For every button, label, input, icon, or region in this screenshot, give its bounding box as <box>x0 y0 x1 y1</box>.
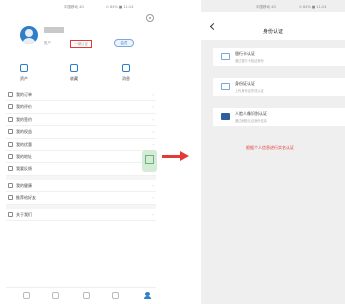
message-icon <box>122 64 130 72</box>
floating-service-button[interactable] <box>142 150 157 172</box>
id-card-icon <box>221 83 230 90</box>
menu-item-label: 我的评价 <box>16 104 32 110</box>
page-title: 身份认证 <box>262 29 283 35</box>
status-bar: 中国移动 4G ⊙ 84% ■ 11:24 <box>201 2 345 12</box>
review-icon <box>8 104 13 110</box>
option-title: 身份证认证 <box>235 81 255 86</box>
menu-item[interactable]: 推荐给好友 › <box>6 192 156 205</box>
avatar[interactable] <box>20 26 38 44</box>
chevron-right-icon: › <box>152 195 154 201</box>
chevron-right-icon: › <box>152 182 154 188</box>
menu-item-label: 我的地址 <box>16 153 32 159</box>
option-subtitle: 通过刷脸认证身份信息 <box>235 119 267 123</box>
status-bar: 中国移动 4G ⊙ 84% ■ 11:24 <box>6 2 156 12</box>
menu-item-label: 我的优惠 <box>16 141 32 147</box>
chevron-right-icon: › <box>152 129 154 135</box>
menu-item-label: 关于我们 <box>16 211 32 217</box>
menu-item[interactable]: 我的评价 › <box>6 101 156 114</box>
face-scan-icon <box>221 113 230 120</box>
username-redacted <box>44 27 64 33</box>
battery-text: ⊙ 84% ■ 11:24 <box>299 5 327 9</box>
option-title: 银行卡认证 <box>235 51 255 56</box>
contract-icon <box>8 116 13 122</box>
signal-text: 中国移动 4G <box>256 5 277 9</box>
verification-screen: 中国移动 4G ⊙ 84% ■ 11:24 身份认证 银行卡认证 通过银行卡验证… <box>201 0 345 304</box>
chevron-right-icon: › <box>152 92 154 97</box>
bank-card-icon <box>221 53 230 60</box>
tutorial-canvas: 中国移动 4G ⊙ 84% ■ 11:24 账户 一键认证 会员 资产 收藏 消… <box>0 0 345 304</box>
menu-item-label: 我要反馈 <box>16 166 32 172</box>
menu-item[interactable]: 我的健康 › <box>6 180 156 193</box>
coupon-icon <box>8 141 13 147</box>
wallet-icon <box>20 64 28 72</box>
location-icon <box>8 153 13 159</box>
heart-icon[interactable] <box>52 292 59 299</box>
service-icon[interactable] <box>83 292 90 299</box>
chevron-right-icon: › <box>152 116 154 122</box>
option-title: 人脸人像识别认证 <box>235 111 267 116</box>
menu-item-label: 我的订单 <box>16 92 32 97</box>
quick-action-label: 消息 <box>122 76 130 81</box>
mail-icon[interactable] <box>112 292 119 299</box>
service-icon <box>145 155 154 164</box>
star-icon <box>70 64 78 72</box>
face-verification-option[interactable]: 人脸人像识别认证 通过刷脸认证身份信息 <box>213 108 345 126</box>
quick-action-messages[interactable]: 消息 <box>111 62 141 90</box>
bank-card-verification-option[interactable]: 银行卡认证 通过银行卡验证身份 <box>213 48 345 66</box>
quick-action-favorites[interactable]: 收藏 <box>59 62 89 90</box>
health-icon <box>8 182 13 188</box>
settings-icon[interactable] <box>146 14 154 22</box>
quick-action-assets[interactable]: 资产 <box>9 62 39 90</box>
signal-text: 中国移动 4G <box>64 5 85 9</box>
menu-item[interactable]: 关于我们 › <box>6 209 156 221</box>
menu-item[interactable]: 我的订单 › <box>6 89 156 102</box>
rights-icon <box>8 129 13 135</box>
member-badge[interactable]: 会员 <box>114 39 134 47</box>
order-icon <box>8 92 13 97</box>
quick-action-label: 资产 <box>20 76 28 81</box>
profile-sub-label: 账户 <box>44 41 51 45</box>
feedback-icon <box>8 166 13 172</box>
menu-item[interactable]: 我的地址› <box>6 151 156 164</box>
battery-text: ⊙ 84% ■ 11:24 <box>106 5 134 9</box>
option-subtitle: 上传身份证完成认证 <box>235 89 264 93</box>
verify-identity-button[interactable]: 一键认证 <box>70 40 92 48</box>
menu-item[interactable]: 我的权益 › <box>6 126 156 139</box>
menu-item[interactable]: 我的签约 › <box>6 114 156 127</box>
menu-item-label: 我的签约 <box>16 116 32 122</box>
menu-item[interactable]: 我的优惠 › <box>6 139 156 151</box>
arrow-right-icon <box>180 151 189 161</box>
info-icon <box>8 211 13 217</box>
profile-menu: 我的订单› 我的评价› 我的签约› 我的权益› 我的优惠› 我的地址› 我要反馈… <box>6 89 156 221</box>
chevron-right-icon: › <box>152 141 154 147</box>
instruction-annotation: 根据个人信息进行实名认证 <box>246 145 294 150</box>
arrow-line <box>162 155 182 158</box>
quick-actions: 资产 收藏 消息 <box>6 62 156 92</box>
home-icon[interactable] <box>23 292 30 299</box>
chevron-right-icon: › <box>152 104 154 110</box>
share-icon <box>8 195 13 201</box>
quick-action-label: 收藏 <box>70 76 78 81</box>
menu-item-label: 推荐给好友 <box>16 195 36 201</box>
menu-item[interactable]: 我要反馈› <box>6 163 156 176</box>
option-subtitle: 通过银行卡验证身份 <box>235 59 264 63</box>
menu-item-label: 我的健康 <box>16 182 32 188</box>
nav-bar: 身份认证 <box>201 12 345 40</box>
bottom-tab-bar <box>6 287 156 304</box>
profile-screen: 中国移动 4G ⊙ 84% ■ 11:24 账户 一键认证 会员 资产 收藏 消… <box>6 0 157 304</box>
menu-item-label: 我的权益 <box>16 129 32 135</box>
chevron-right-icon: › <box>152 211 154 217</box>
person-icon[interactable] <box>144 292 151 299</box>
id-card-verification-option[interactable]: 身份证认证 上传身份证完成认证 <box>213 78 345 96</box>
